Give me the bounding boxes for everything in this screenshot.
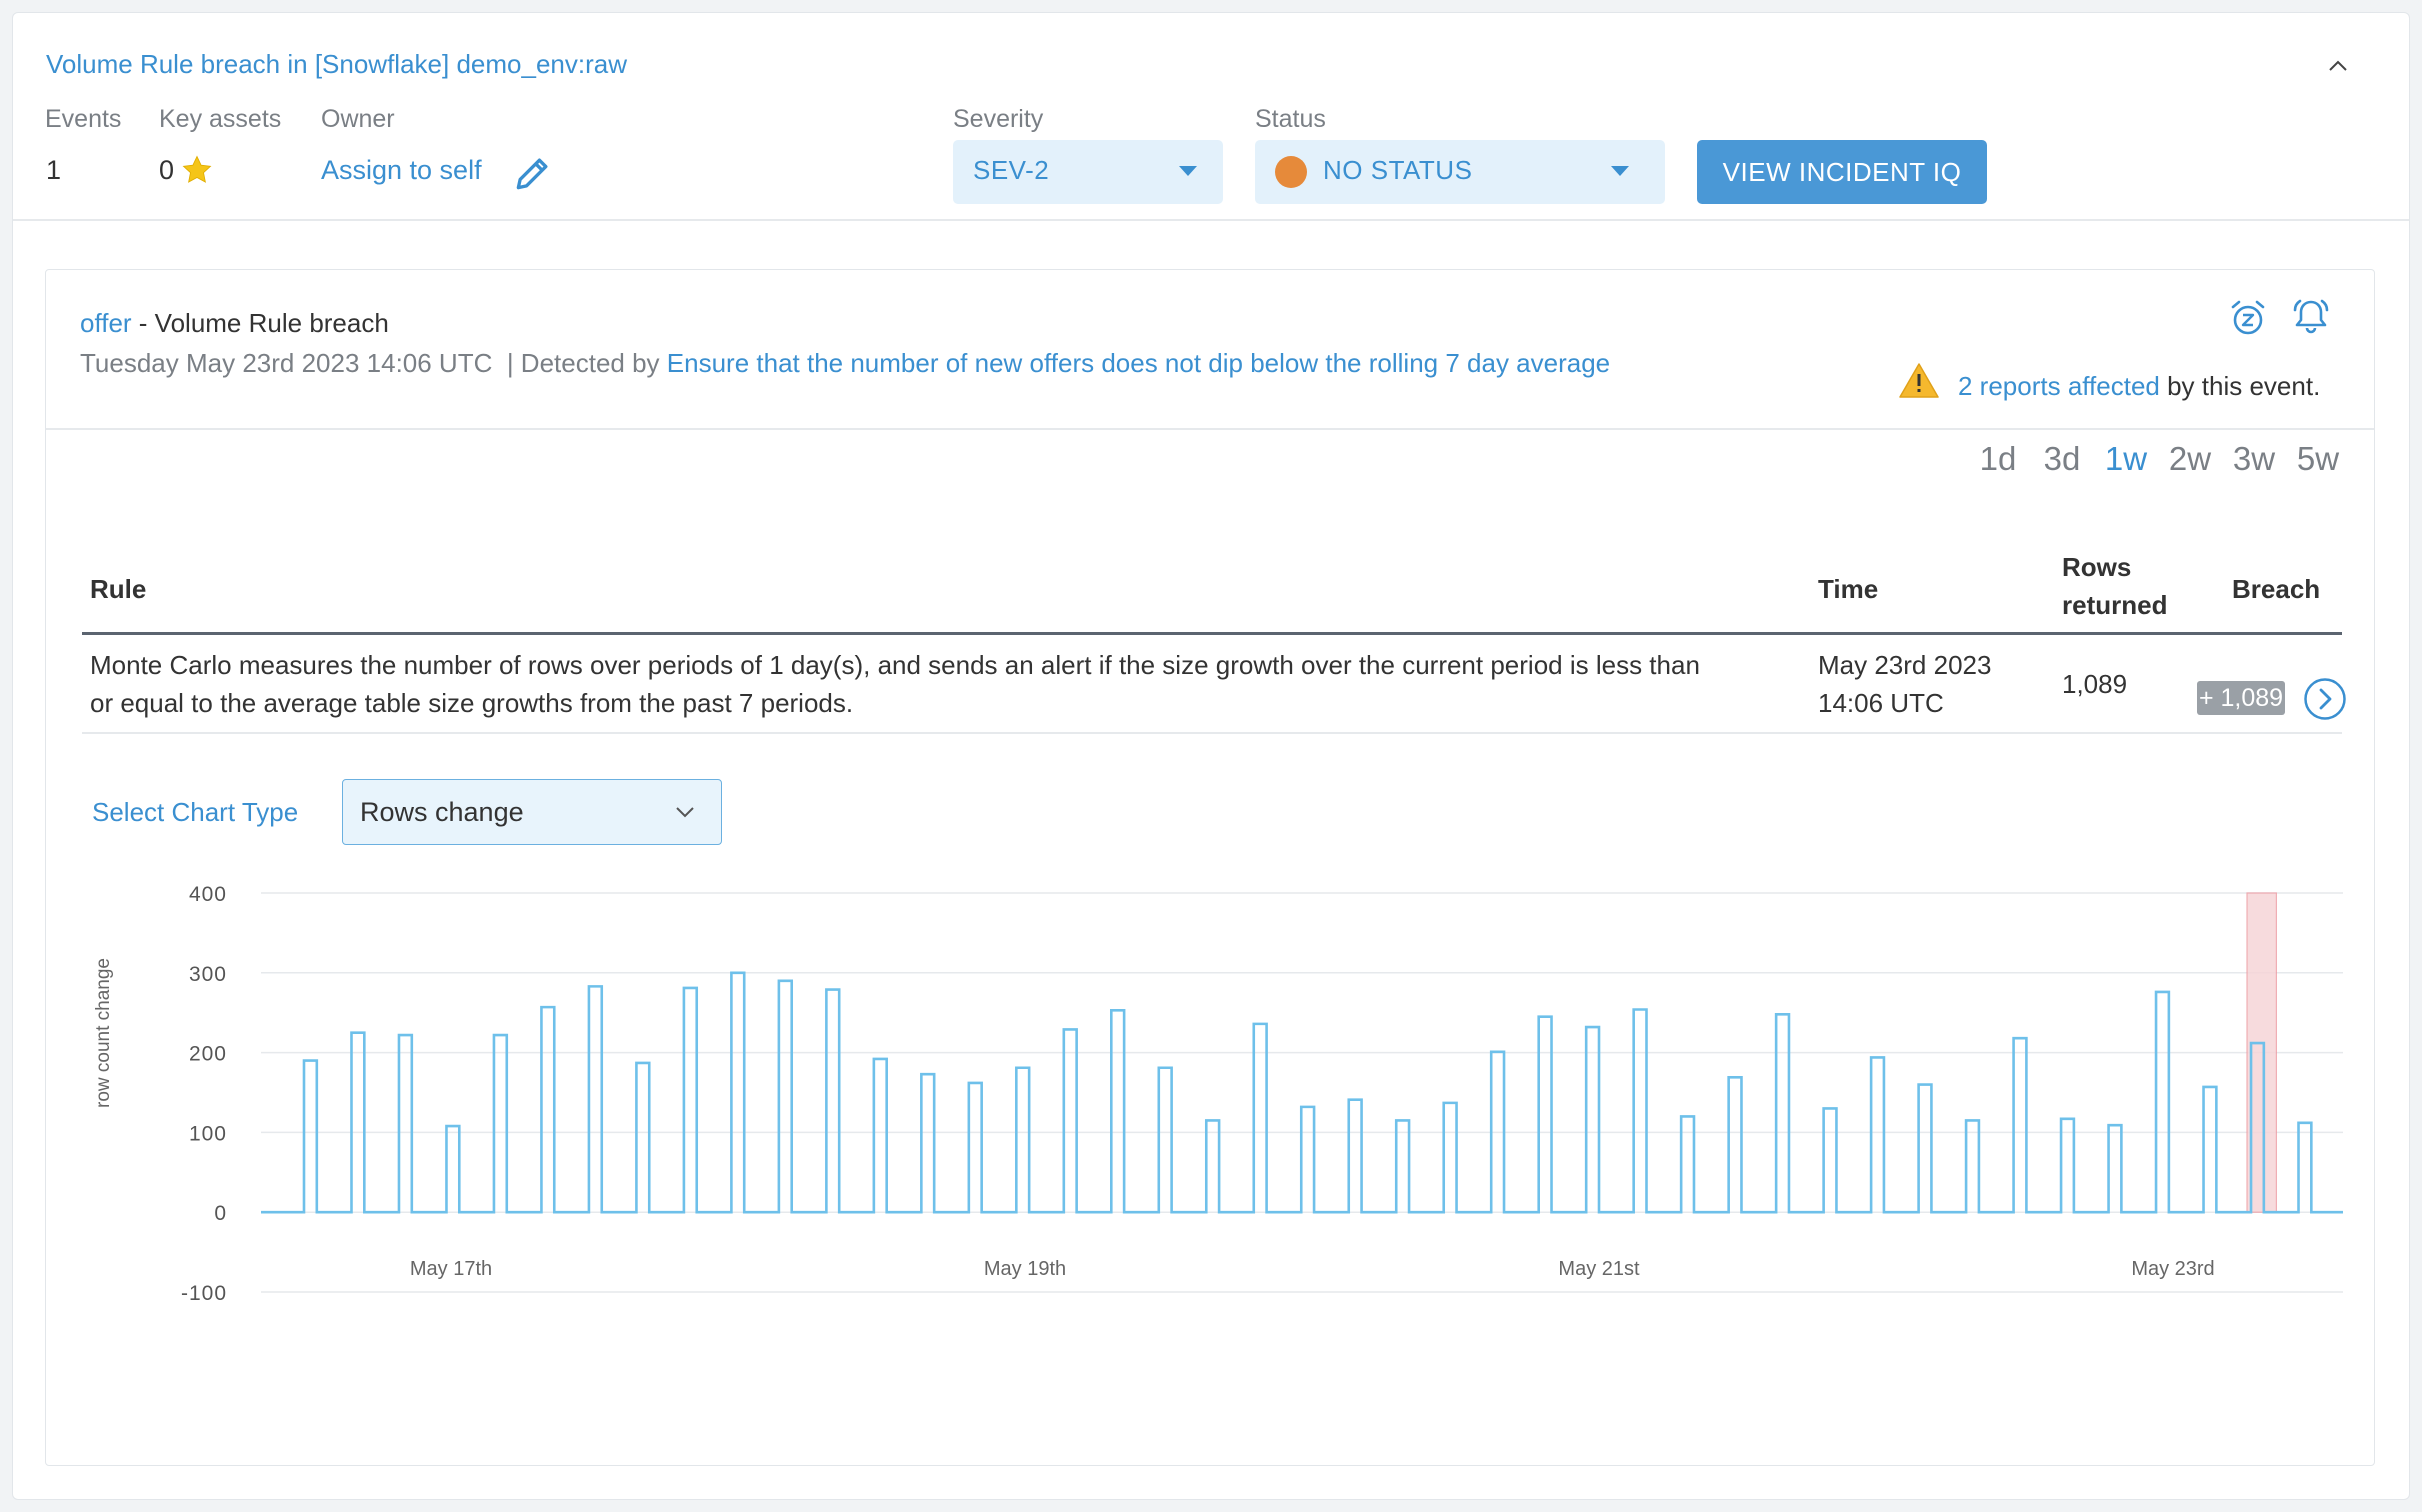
- bar: [1586, 1027, 1599, 1212]
- bar: [399, 1035, 412, 1212]
- row-count-change-chart: 400 300 200 100 0 -100 row count change May 17t…: [93, 883, 2343, 1305]
- bar: [1491, 1052, 1504, 1212]
- bar: [874, 1059, 887, 1212]
- bar: [1966, 1120, 1979, 1212]
- y-tick-label: 0: [214, 1202, 227, 1225]
- x-tick-label: May 17th: [410, 1258, 492, 1280]
- bar: [494, 1035, 507, 1212]
- bar: [1016, 1068, 1029, 1212]
- bar: [1396, 1120, 1409, 1212]
- y-tick-label: 200: [189, 1043, 227, 1066]
- bar: [446, 1126, 459, 1212]
- bar: [969, 1083, 982, 1212]
- bar: [779, 981, 792, 1212]
- bar: [2299, 1123, 2312, 1212]
- x-tick-label: May 21st: [1558, 1258, 1640, 1280]
- bar: [1111, 1010, 1124, 1212]
- bar: [2204, 1087, 2217, 1212]
- x-tick-label: May 19th: [984, 1258, 1066, 1280]
- bar: [1539, 1017, 1552, 1213]
- x-tick-label: May 23rd: [2131, 1258, 2214, 1280]
- bar: [304, 1061, 317, 1213]
- bar: [351, 1033, 364, 1213]
- bar: [1064, 1029, 1077, 1212]
- bar: [2061, 1119, 2074, 1212]
- bar: [1159, 1068, 1172, 1212]
- bar: [1729, 1077, 1742, 1212]
- y-tick-label: 100: [189, 1122, 227, 1145]
- y-axis-label: row count change: [93, 958, 114, 1108]
- bar: [1254, 1024, 1267, 1212]
- bar: [1824, 1108, 1837, 1212]
- bar: [1919, 1085, 1932, 1213]
- bar: [1349, 1100, 1362, 1213]
- incident-card: Volume Rule breach in [Snowflake] demo_e…: [12, 12, 2410, 1500]
- bar: [1681, 1116, 1694, 1212]
- y-tick-label: 400: [189, 883, 227, 906]
- bar: [2014, 1038, 2027, 1212]
- y-tick-label: -100: [181, 1282, 227, 1305]
- bar: [1776, 1014, 1789, 1212]
- bar: [1871, 1057, 1884, 1212]
- bar: [2109, 1125, 2122, 1212]
- bar: [684, 988, 697, 1212]
- bar: [731, 973, 744, 1212]
- bar: [2251, 1043, 2264, 1212]
- bar: [921, 1074, 934, 1212]
- bar: [1301, 1107, 1314, 1212]
- bar: [1634, 1010, 1647, 1213]
- y-tick-label: 300: [189, 963, 227, 986]
- bar: [589, 986, 602, 1212]
- bar: [636, 1063, 649, 1212]
- bar: [1206, 1120, 1219, 1212]
- bar: [2156, 992, 2169, 1212]
- bar: [541, 1007, 554, 1212]
- bar: [826, 990, 839, 1213]
- bar: [1444, 1103, 1457, 1212]
